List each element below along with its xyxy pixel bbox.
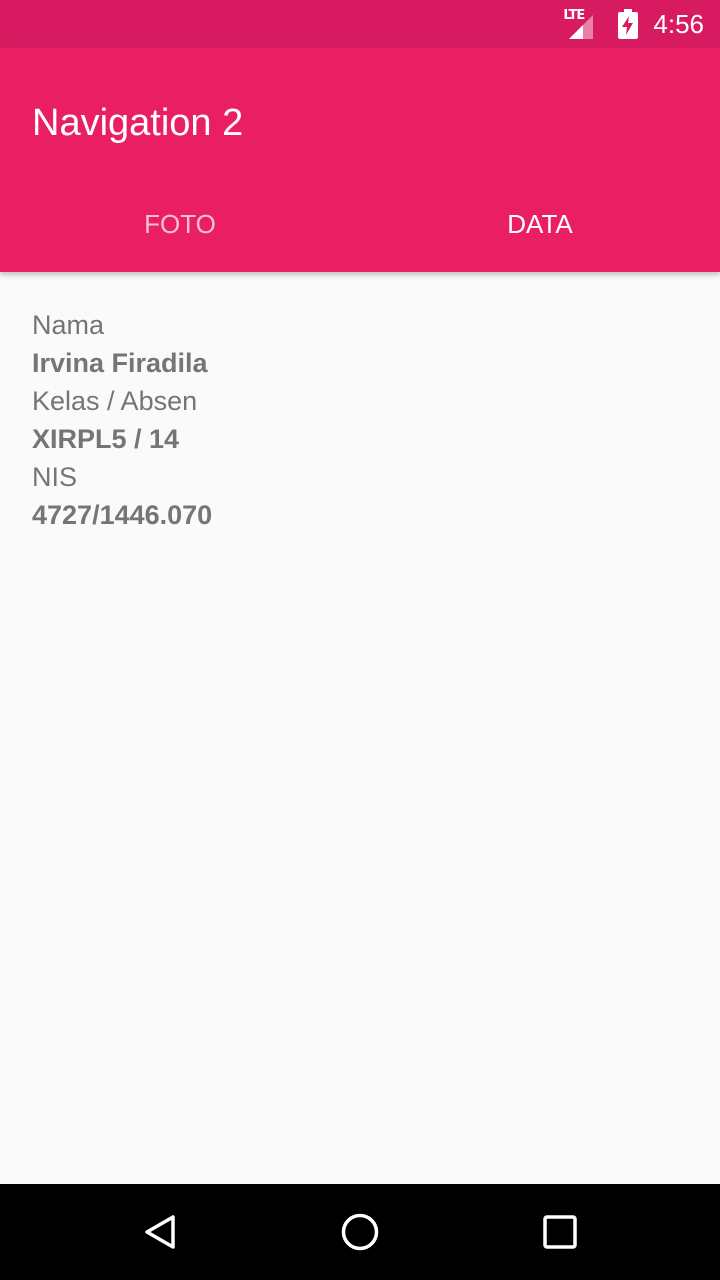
tab-bar: FOTO DATA	[0, 176, 720, 272]
clock: 4:56	[653, 9, 704, 39]
app-bar: Navigation 2 FOTO DATA	[0, 48, 720, 272]
kelas-value: XIRPL5 / 14	[32, 424, 180, 454]
tab-data[interactable]: DATA	[360, 176, 720, 272]
home-button[interactable]	[332, 1204, 388, 1260]
back-icon	[145, 1215, 175, 1249]
tab-foto[interactable]: FOTO	[0, 176, 360, 272]
battery-charging-icon	[618, 9, 639, 39]
nis-value: 4727/1446.070	[32, 500, 213, 530]
recents-icon	[543, 1215, 577, 1249]
nama-label: Nama	[32, 310, 105, 340]
page-title: Navigation 2	[32, 102, 244, 144]
signal-indicator: LTE	[563, 9, 603, 39]
home-icon	[341, 1213, 379, 1251]
system-nav-bar	[0, 1184, 720, 1280]
student-data: Nama Irvina Firadila Kelas / Absen XIRPL…	[32, 306, 212, 534]
status-bar: LTE 4:56	[0, 0, 720, 48]
back-button[interactable]	[132, 1204, 188, 1260]
kelas-label: Kelas / Absen	[32, 386, 198, 416]
nama-value: Irvina Firadila	[32, 348, 208, 378]
recents-button[interactable]	[532, 1204, 588, 1260]
signal-icon	[569, 15, 594, 39]
nis-label: NIS	[32, 462, 78, 492]
status-icons: LTE 4:56	[563, 0, 704, 48]
